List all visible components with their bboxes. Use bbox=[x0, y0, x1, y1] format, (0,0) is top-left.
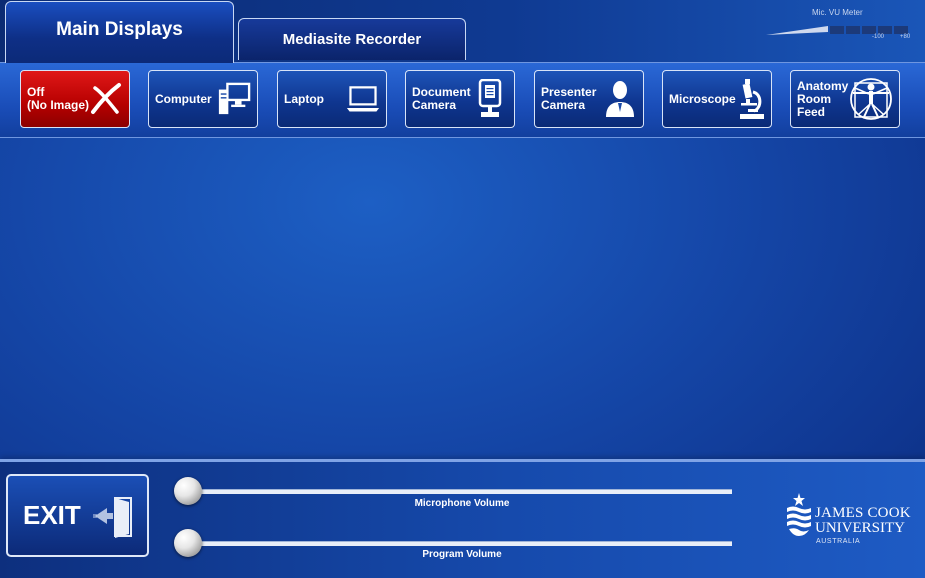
source-presenter-camera-button[interactable]: Presenter Camera bbox=[534, 70, 644, 128]
source-label: Off (No Image) bbox=[27, 85, 90, 112]
source-label: Laptop bbox=[284, 91, 324, 106]
vu-meter-title: Mic. VU Meter bbox=[812, 8, 863, 17]
source-label: Computer bbox=[155, 91, 212, 106]
tab-mediasite-recorder[interactable]: Mediasite Recorder bbox=[238, 18, 466, 60]
laptop-icon bbox=[346, 78, 380, 120]
tab-main-displays[interactable]: Main Displays bbox=[5, 1, 234, 63]
source-label: Anatomy Room Feed bbox=[797, 78, 849, 119]
source-microscope-button[interactable]: Microscope bbox=[662, 70, 772, 128]
jcu-logo: JAMES COOK UNIVERSITY AUSTRALIA bbox=[785, 490, 915, 550]
vu-segment bbox=[846, 26, 860, 34]
microscope-icon bbox=[736, 78, 766, 120]
source-document-camera-button[interactable]: Document Camera bbox=[405, 70, 515, 128]
microphone-volume-label: Microphone Volume bbox=[414, 498, 510, 509]
vu-segment bbox=[830, 26, 844, 34]
program-volume-label: Program Volume bbox=[422, 549, 502, 560]
presenter-person-icon bbox=[603, 78, 637, 120]
source-laptop-button[interactable]: Laptop bbox=[277, 70, 387, 128]
program-volume-track[interactable] bbox=[188, 541, 732, 546]
source-selection-bar: Off (No Image) Computer Laptop Document … bbox=[0, 62, 925, 138]
logo-line3: AUSTRALIA bbox=[816, 538, 861, 545]
mic-vu-meter: Mic. VU Meter -100 +80 bbox=[764, 6, 912, 46]
microphone-volume-track[interactable] bbox=[188, 489, 732, 494]
source-anatomy-room-feed-button[interactable]: Anatomy Room Feed bbox=[790, 70, 900, 128]
exit-door-icon bbox=[93, 494, 135, 538]
source-label: Document Camera bbox=[412, 85, 471, 112]
logo-line1: JAMES COOK bbox=[815, 505, 911, 521]
program-volume-knob[interactable] bbox=[174, 529, 202, 557]
document-camera-icon bbox=[474, 78, 508, 120]
jcu-crest-icon bbox=[787, 493, 811, 536]
vu-meter-bars bbox=[830, 26, 908, 34]
source-computer-button[interactable]: Computer bbox=[148, 70, 258, 128]
source-off-button[interactable]: Off (No Image) bbox=[20, 70, 130, 128]
source-label: Presenter Camera bbox=[541, 85, 597, 112]
source-label: Microscope bbox=[669, 91, 736, 106]
microphone-volume-knob[interactable] bbox=[174, 477, 202, 505]
vu-meter-ramp bbox=[766, 26, 828, 35]
main-content-area bbox=[0, 137, 925, 459]
vu-segment bbox=[878, 26, 892, 34]
vu-segment bbox=[894, 26, 908, 34]
vu-low-label: -100 bbox=[872, 34, 885, 40]
exit-label: EXIT bbox=[23, 500, 81, 530]
logo-line2: UNIVERSITY bbox=[815, 520, 905, 536]
vitruvian-man-icon bbox=[848, 78, 893, 120]
vu-high-label: +80 bbox=[900, 34, 911, 40]
x-mark-icon bbox=[89, 78, 123, 120]
exit-button[interactable]: EXIT bbox=[6, 474, 149, 557]
desktop-computer-icon bbox=[217, 78, 251, 120]
vu-segment bbox=[862, 26, 876, 34]
